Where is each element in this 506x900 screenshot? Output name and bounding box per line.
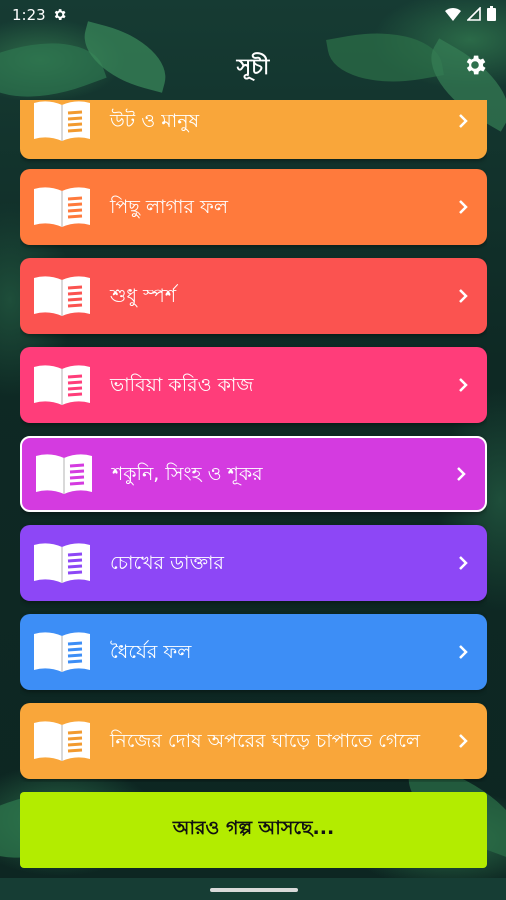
cell-signal-icon bbox=[467, 6, 481, 21]
story-title: উট ও মানুষ bbox=[110, 110, 200, 132]
story-item[interactable]: নিজের দোষ অপরের ঘাড়ে চাপাতে গেলে bbox=[20, 703, 487, 779]
app-bar: সূচী bbox=[0, 30, 506, 100]
book-icon bbox=[34, 101, 90, 141]
battery-icon bbox=[487, 6, 496, 21]
home-gesture-handle[interactable] bbox=[210, 888, 298, 892]
status-time: 1:23 bbox=[12, 6, 46, 24]
chevron-right-icon bbox=[457, 467, 466, 481]
chevron-right-icon bbox=[459, 378, 468, 392]
settings-notification-icon bbox=[54, 9, 66, 20]
status-icons bbox=[445, 6, 496, 21]
book-icon bbox=[34, 276, 90, 316]
chevron-right-icon bbox=[459, 289, 468, 303]
story-item[interactable]: উট ও মানুষ bbox=[20, 100, 487, 159]
status-bar: 1:23 bbox=[0, 0, 506, 30]
chevron-right-icon bbox=[459, 645, 468, 659]
story-title: নিজের দোষ অপরের ঘাড়ে চাপাতে গেলে bbox=[110, 730, 421, 752]
story-title: শকুনি, সিংহ ও শূকর bbox=[112, 463, 263, 485]
settings-gear-icon[interactable] bbox=[462, 52, 488, 78]
story-item[interactable]: ধৈর্যের ফল bbox=[20, 614, 487, 690]
story-title: শুধু স্পর্শ bbox=[110, 285, 177, 307]
chevron-right-icon bbox=[459, 200, 468, 214]
book-icon bbox=[34, 632, 90, 672]
story-item[interactable]: শকুনি, সিংহ ও শূকর bbox=[20, 436, 487, 512]
story-title: চোখের ডাক্তার bbox=[110, 552, 224, 574]
story-item[interactable]: চোখের ডাক্তার bbox=[20, 525, 487, 601]
navigation-bar bbox=[0, 878, 506, 900]
story-title: ভাবিয়া করিও কাজ bbox=[110, 374, 254, 396]
chevron-right-icon bbox=[459, 114, 468, 128]
book-icon bbox=[36, 454, 92, 494]
story-item[interactable]: ভাবিয়া করিও কাজ bbox=[20, 347, 487, 423]
book-icon bbox=[34, 187, 90, 227]
chevron-right-icon bbox=[459, 734, 468, 748]
story-title: ধৈর্যের ফল bbox=[110, 641, 192, 663]
story-item[interactable]: শুধু স্পর্শ bbox=[20, 258, 487, 334]
story-title: পিছু লাগার ফল bbox=[110, 196, 229, 218]
story-item[interactable]: পিছু লাগার ফল bbox=[20, 169, 487, 245]
wifi-icon bbox=[445, 7, 461, 21]
story-list[interactable]: উট ও মানুষ পিছু লাগার ফল শুধু স্পর্শ ভাব… bbox=[20, 100, 487, 782]
book-icon bbox=[34, 365, 90, 405]
book-icon bbox=[34, 721, 90, 761]
book-icon bbox=[34, 543, 90, 583]
chevron-right-icon bbox=[459, 556, 468, 570]
more-stories-button[interactable]: আরও গল্প আসছে... bbox=[20, 792, 487, 868]
page-title: সূচী bbox=[236, 55, 270, 80]
